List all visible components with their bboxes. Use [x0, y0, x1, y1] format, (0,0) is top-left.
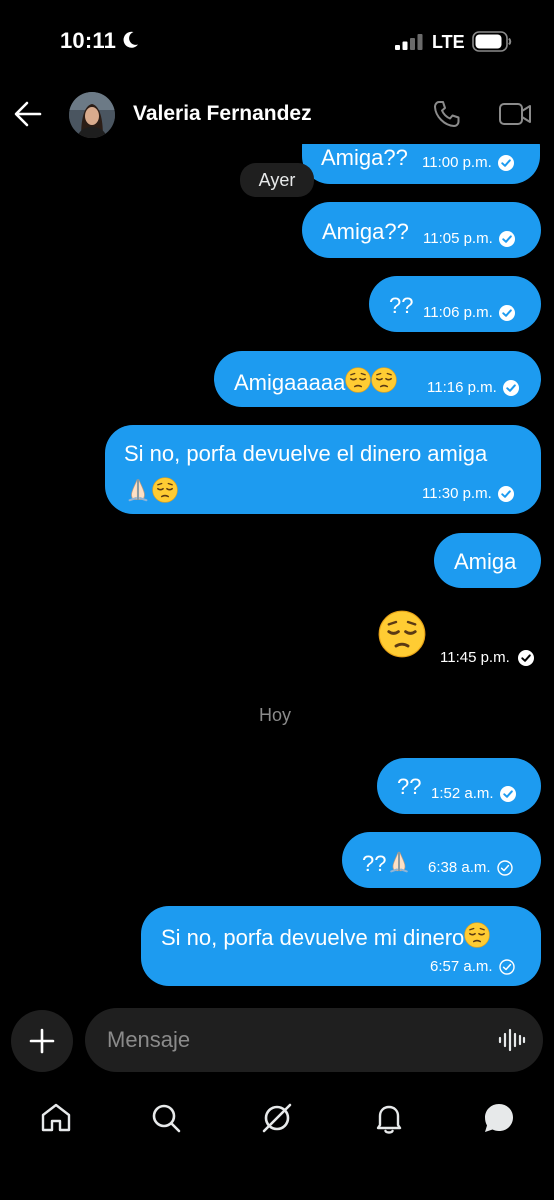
check-outline-icon	[499, 959, 515, 975]
plus-icon	[29, 1028, 55, 1054]
praying-hands-emoji-icon	[124, 475, 152, 503]
bottom-navigation	[0, 1085, 554, 1200]
messages-icon[interactable]	[482, 1101, 516, 1135]
contact-name[interactable]: Valeria Fernandez	[133, 102, 312, 126]
pensive-emoji-icon	[345, 367, 371, 393]
message-text: Amigaaaaa	[234, 367, 397, 396]
message-time: 1:52 a.m.	[431, 785, 494, 802]
message-text-body: ??	[362, 851, 387, 876]
message-text-body: Si no, porfa devuelve mi dinero	[161, 925, 465, 950]
message-text: Si no, porfa devuelve el dinero amiga	[124, 441, 488, 466]
phone-icon[interactable]	[432, 99, 462, 129]
message-text-body: Amigaaaaa	[234, 370, 346, 395]
day-separator-yesterday: Ayer	[240, 163, 314, 197]
check-icon	[503, 380, 519, 396]
message-text: ??	[397, 774, 422, 799]
check-icon	[518, 650, 534, 666]
avatar-image	[69, 92, 115, 138]
pensive-emoji-icon	[464, 922, 490, 948]
message-text: Amiga??	[321, 145, 408, 170]
video-icon[interactable]	[498, 101, 532, 127]
message-text: Si no, porfa devuelve mi dinero	[161, 922, 490, 951]
message-meta: 11:00 p.m.	[422, 154, 514, 171]
day-separator-today: Hoy	[259, 705, 292, 725]
message-time: 11:30 p.m.	[422, 485, 492, 502]
check-icon	[499, 305, 515, 321]
message-time: 11:45 p.m.	[440, 649, 510, 666]
check-icon	[500, 786, 516, 802]
signal-icon	[395, 34, 423, 50]
battery-icon	[472, 31, 512, 52]
message-meta: 11:45 p.m.	[440, 649, 534, 666]
pensive-emoji-icon	[152, 477, 178, 503]
avatar[interactable]	[69, 92, 115, 138]
moon-icon	[123, 31, 138, 48]
message-emojis	[124, 475, 178, 506]
message-meta: 6:38 a.m.	[428, 859, 513, 876]
message-time: 11:16 p.m.	[427, 379, 497, 396]
message-time: 11:06 p.m.	[423, 304, 493, 321]
message-meta: 11:30 p.m.	[422, 485, 514, 502]
message-bubble[interactable]: Amigaaaaa 11:16 p.m.	[214, 351, 541, 407]
search-icon[interactable]	[149, 1101, 183, 1135]
message-bubble[interactable]: Amiga?? 11:05 p.m.	[302, 202, 541, 258]
message-time: 11:00 p.m.	[422, 154, 492, 171]
message-time: 6:38 a.m.	[428, 859, 491, 876]
message-bubble[interactable]: ?? 6:38 a.m.	[342, 832, 541, 888]
message-meta: 1:52 a.m.	[431, 785, 516, 802]
status-time: 10:11	[60, 28, 117, 53]
grok-icon[interactable]	[260, 1101, 294, 1135]
message-text: ??	[389, 293, 414, 318]
pensive-emoji-icon[interactable]	[378, 610, 426, 658]
voice-icon[interactable]	[498, 1027, 526, 1053]
message-meta: 11:16 p.m.	[427, 379, 519, 396]
home-icon[interactable]	[39, 1101, 73, 1135]
chat-header: Valeria Fernandez	[0, 84, 554, 144]
status-bar: 10:11 LTE	[0, 0, 554, 84]
praying-hands-emoji-icon	[386, 848, 412, 874]
message-thread[interactable]: Amiga?? 11:00 p.m. Ayer Amiga?? 11:05 p.…	[0, 0, 554, 1000]
message-meta: 11:05 p.m.	[423, 230, 515, 247]
pensive-emoji-icon	[371, 367, 397, 393]
message-composer[interactable]	[85, 1008, 543, 1072]
network-label: LTE	[432, 32, 465, 52]
message-input[interactable]	[107, 1008, 477, 1072]
message-text: Amiga??	[322, 219, 409, 244]
check-icon	[498, 155, 514, 171]
add-attachment-button[interactable]	[11, 1010, 73, 1072]
message-bubble[interactable]: Si no, porfa devuelve el dinero amiga 11…	[105, 425, 541, 514]
message-bubble[interactable]: ?? 1:52 a.m.	[377, 758, 541, 814]
message-bubble[interactable]: Amiga	[434, 533, 541, 588]
message-text: ??	[362, 848, 412, 877]
back-arrow-icon[interactable]	[14, 101, 42, 127]
message-meta: 11:06 p.m.	[423, 304, 515, 321]
message-meta: 6:57 a.m.	[430, 958, 515, 975]
check-icon	[498, 486, 514, 502]
message-bubble[interactable]: Si no, porfa devuelve mi dinero 6:57 a.m…	[141, 906, 541, 986]
notifications-icon[interactable]	[372, 1101, 406, 1135]
day-label: Ayer	[258, 170, 296, 190]
check-icon	[499, 231, 515, 247]
message-bubble[interactable]: ?? 11:06 p.m.	[369, 276, 541, 332]
check-outline-icon	[497, 860, 513, 876]
message-text: Amiga	[454, 549, 517, 574]
message-time: 11:05 p.m.	[423, 230, 493, 247]
message-time: 6:57 a.m.	[430, 958, 493, 975]
